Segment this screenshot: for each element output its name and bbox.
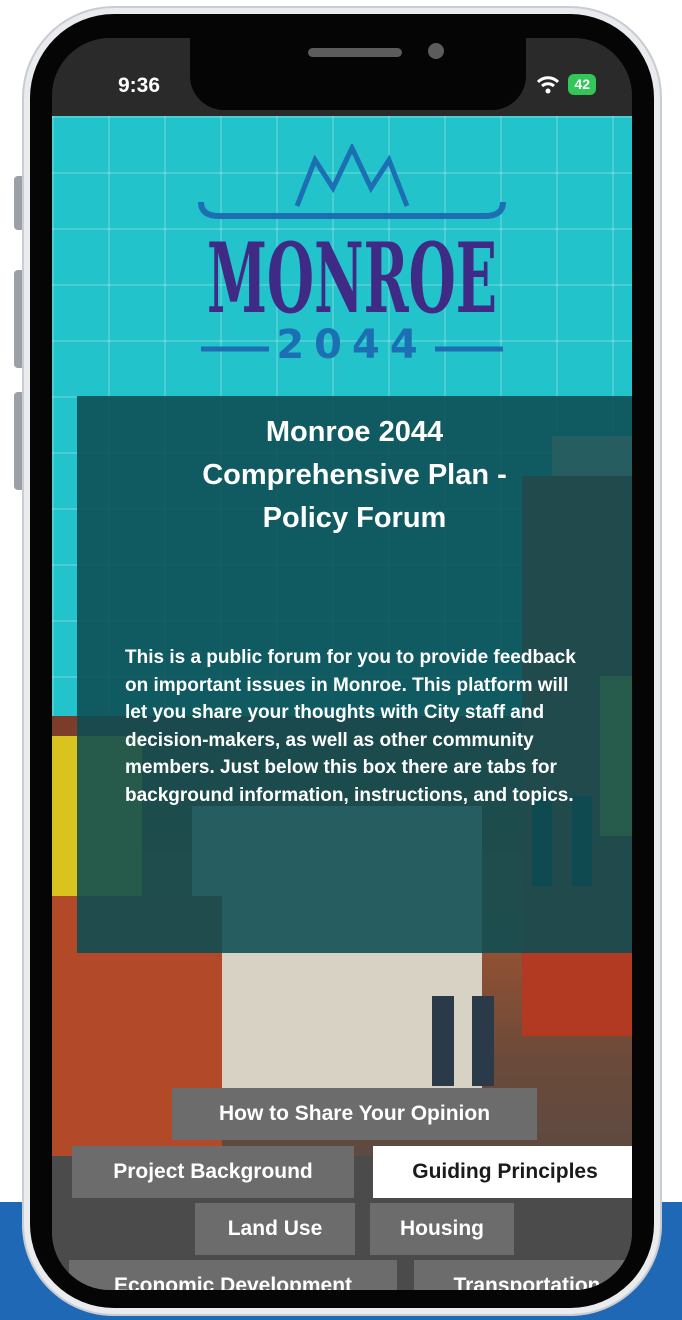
intro-description: This is a public forum for you to provid… (125, 647, 576, 806)
title-line: Policy Forum (262, 502, 447, 534)
tab-land-use[interactable]: Land Use (195, 1203, 355, 1255)
status-bar: 9:36 42 (52, 38, 632, 116)
building-window (432, 996, 454, 1086)
status-icons: 42 (536, 74, 596, 95)
logo-wordmark: MONROE (207, 222, 497, 335)
logo-year: 2044 (276, 322, 427, 364)
page-content: MONROE 2044 Monroe 2044 Comprehensive Pl… (52, 116, 632, 1290)
status-time: 9:36 (118, 74, 161, 97)
camera-dot (428, 43, 444, 59)
tab-housing[interactable]: Housing (370, 1203, 514, 1255)
wifi-icon (537, 75, 560, 93)
monroe-logo-icon: MONROE 2044 (198, 144, 506, 364)
building-window (472, 996, 494, 1086)
battery-icon: 42 (568, 74, 596, 95)
page-title: Monroe 2044 Comprehensive Plan - Policy … (87, 411, 622, 540)
tab-how-to-share-your-opinion[interactable]: How to Share Your Opinion (172, 1088, 537, 1140)
title-line: Monroe 2044 (265, 416, 444, 448)
tab-project-background[interactable]: Project Background (72, 1146, 354, 1198)
title-line: Comprehensive Plan - (202, 459, 507, 491)
phone-screen: 9:36 42 MONROE 2044 Monroe 2044 Comprehe… (52, 38, 632, 1290)
tab-transportation[interactable]: Transportation (414, 1260, 632, 1290)
tab-economic-development[interactable]: Economic Development (69, 1260, 397, 1290)
dynamic-island (190, 38, 526, 110)
speaker-grille (308, 48, 402, 57)
tab-guiding-principles[interactable]: Guiding Principles (373, 1146, 632, 1198)
